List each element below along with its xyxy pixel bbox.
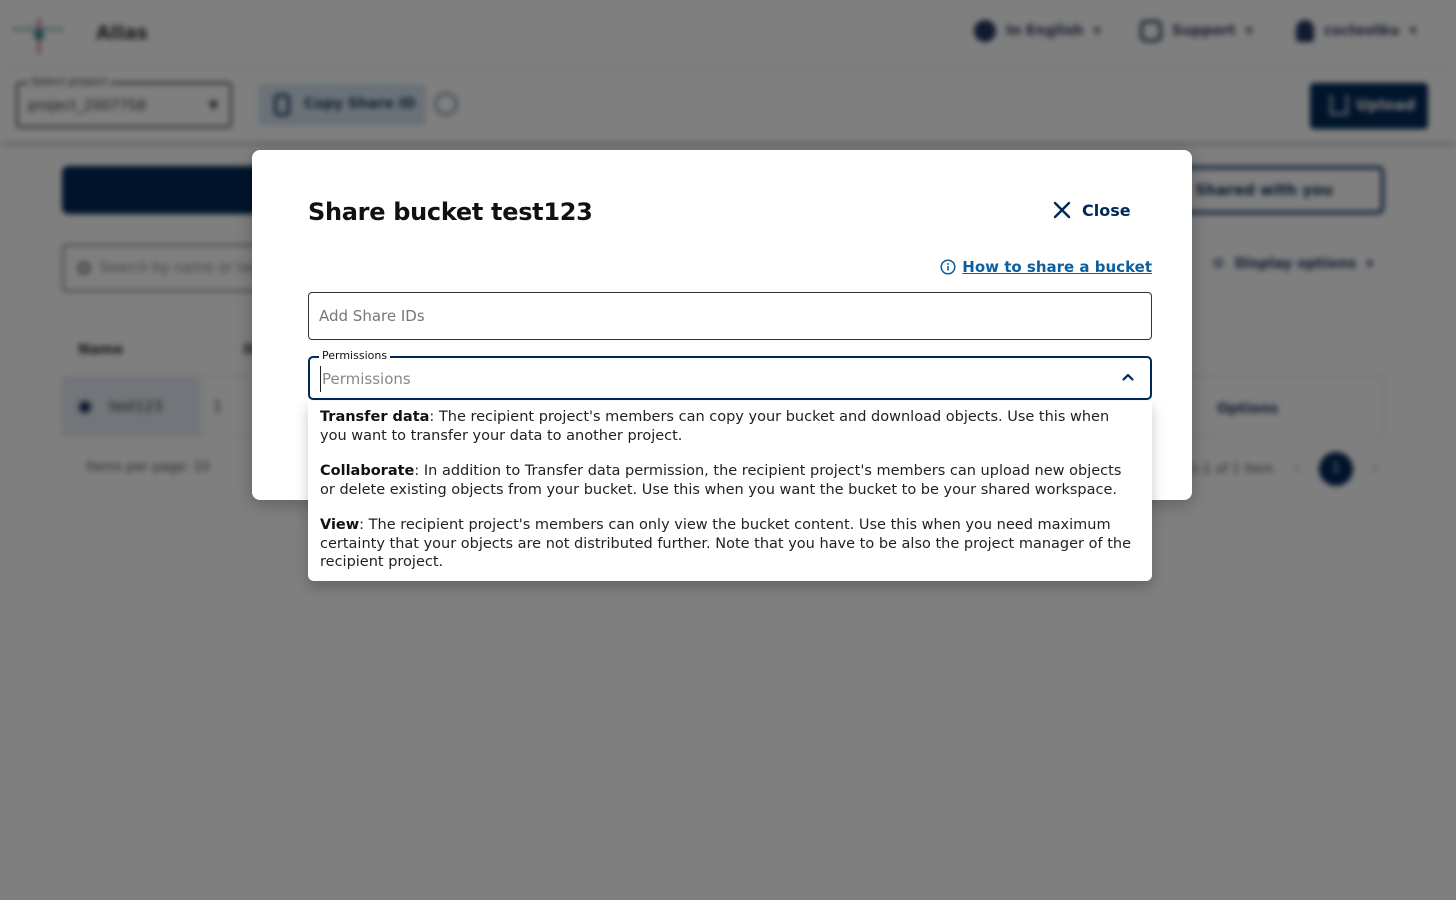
permissions-dropdown: Transfer data: The recipient project's m…	[308, 401, 1152, 581]
close-label: Close	[1082, 200, 1131, 220]
chevron-up-icon[interactable]	[1120, 369, 1136, 385]
how-to-share-link[interactable]: How to share a bucket	[962, 258, 1152, 276]
close-button[interactable]: Close	[1052, 200, 1131, 220]
how-to-share-link-wrap: How to share a bucket	[940, 258, 1152, 276]
option-description: : In addition to Transfer data permissio…	[320, 463, 1122, 498]
share-ids-input[interactable]	[308, 292, 1152, 340]
close-icon	[1053, 201, 1071, 219]
permissions-select[interactable]: Permissions	[308, 349, 1152, 400]
option-name: Transfer data	[320, 409, 430, 425]
permission-option-collaborate[interactable]: Collaborate: In addition to Transfer dat…	[320, 461, 1140, 500]
info-icon	[940, 259, 956, 275]
option-description: : The recipient project's members can on…	[320, 517, 1132, 570]
dialog-title: Share bucket test123	[308, 198, 593, 226]
option-name: Collaborate	[320, 463, 415, 479]
permission-option-view[interactable]: View: The recipient project's members ca…	[320, 515, 1140, 573]
option-name: View	[320, 517, 360, 533]
permission-option-transfer-data[interactable]: Transfer data: The recipient project's m…	[320, 407, 1140, 446]
option-description: : The recipient project's members can co…	[320, 409, 1110, 444]
permissions-label: Permissions	[319, 349, 391, 362]
permissions-input[interactable]	[320, 366, 1100, 392]
